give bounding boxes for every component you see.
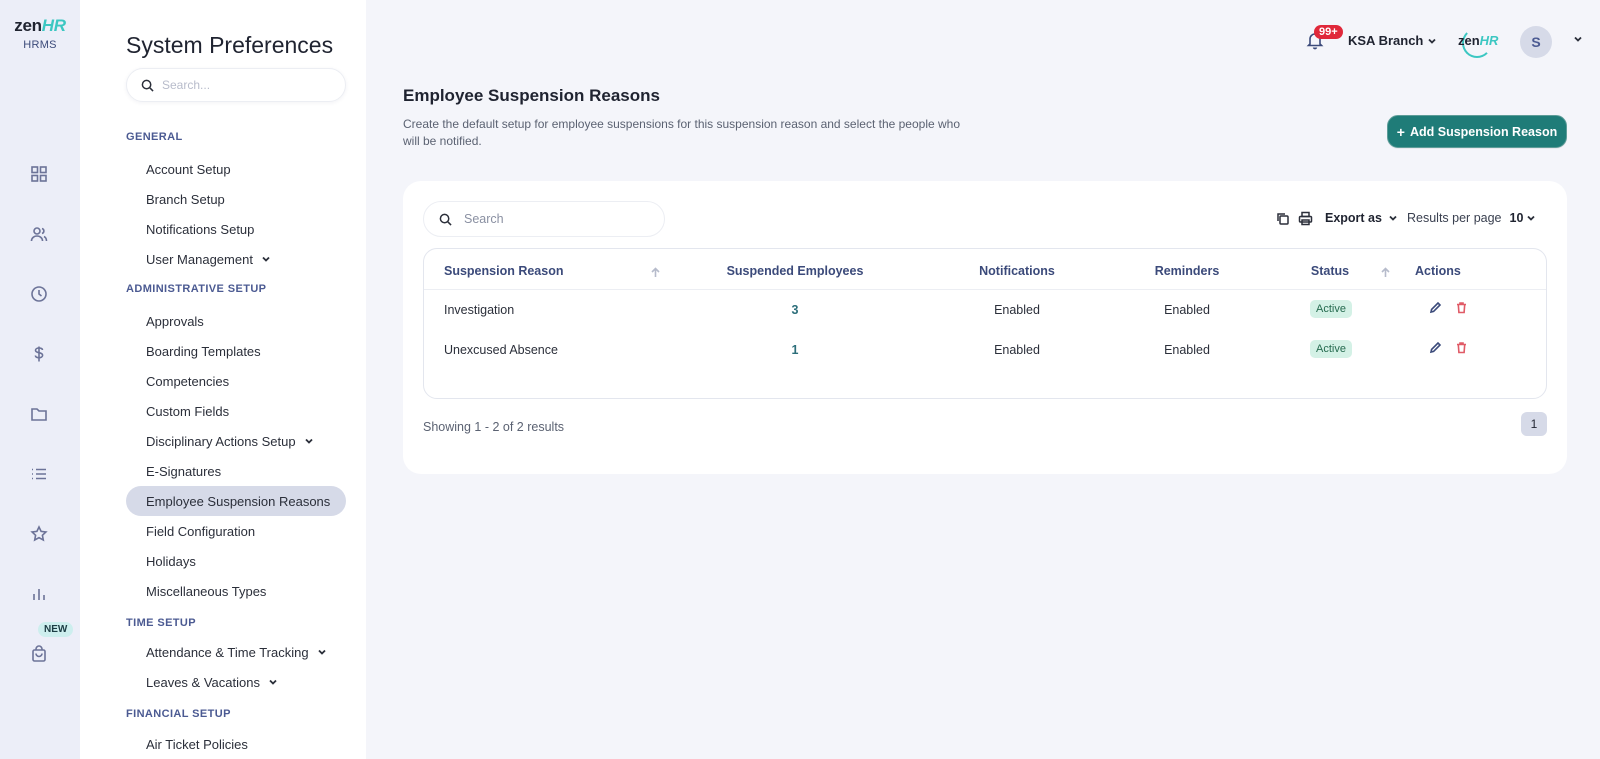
page-description: Create the default setup for employee su… [403,117,961,148]
chevron-down-icon [317,647,327,657]
copy-icon[interactable] [1275,211,1291,227]
sidebar-item-disciplinary-actions[interactable]: Disciplinary Actions Setup [126,426,346,456]
sidebar-search-input[interactable] [162,78,332,92]
section-financial: FINANCIAL SETUP [126,708,231,720]
branch-selector[interactable]: KSA Branch [1348,33,1437,48]
company-logo[interactable]: zenHR [1458,33,1498,48]
search-icon [439,213,452,226]
column-header-status[interactable]: Status [1280,264,1380,278]
settings-sidebar: System Preferences GENERAL Account Setup… [80,0,366,759]
avatar[interactable]: S [1520,26,1552,58]
folder-icon[interactable] [28,403,50,425]
bar-chart-icon[interactable] [28,583,50,605]
sidebar-item-employee-suspension-reasons[interactable]: Employee Suspension Reasons [126,486,346,516]
chevron-down-icon [1427,36,1437,46]
suspension-reasons-card: Export as Results per page 10 Suspension… [403,181,1567,474]
bag-icon[interactable] [28,643,50,665]
cell-notifications: Enabled [994,343,1040,357]
notification-count-badge: 99+ [1314,25,1343,39]
cell-employees-link[interactable]: 1 [700,343,890,357]
edit-icon[interactable] [1429,301,1443,315]
column-header-employees: Suspended Employees [726,264,864,278]
logo-accent: HR [41,16,66,35]
chevron-down-icon [1526,213,1536,223]
dollar-icon[interactable] [28,343,50,365]
results-per-page: Results per page 10 [1407,211,1536,225]
export-dropdown[interactable]: Export as [1325,211,1398,225]
status-badge: Active [1310,300,1352,318]
icon-rail: zenHR HRMS NEW [0,0,80,759]
star-icon[interactable] [28,523,50,545]
chevron-down-icon [268,677,278,687]
cell-reason: Unexcused Absence [444,343,558,357]
sidebar-item-leaves[interactable]: Leaves & Vacations [126,667,346,697]
sidebar-item-attendance[interactable]: Attendance & Time Tracking [126,637,346,667]
table-search-input[interactable] [464,212,644,226]
clock-icon[interactable] [28,283,50,305]
people-icon[interactable] [28,223,50,245]
cell-reason: Investigation [444,303,515,317]
edit-icon[interactable] [1429,341,1443,355]
sidebar-item-air-ticket-policies[interactable]: Air Ticket Policies [126,729,346,759]
header-divider [424,289,1546,290]
new-badge: NEW [38,622,74,637]
sidebar-item-approvals[interactable]: Approvals [126,306,346,336]
sidebar-item-competencies[interactable]: Competencies [126,366,346,396]
app-logo[interactable]: zenHR HRMS [10,16,70,51]
sidebar-item-branch-setup[interactable]: Branch Setup [126,184,346,214]
list-icon[interactable] [28,463,50,485]
logo-subtitle: HRMS [23,39,57,51]
cell-employees-link[interactable]: 3 [700,303,890,317]
sidebar-title: System Preferences [126,32,334,58]
delete-icon[interactable] [1455,301,1469,315]
page-title: Employee Suspension Reasons [403,86,660,105]
cell-reminders: Enabled [1164,303,1210,317]
sidebar-item-boarding-templates[interactable]: Boarding Templates [126,336,346,366]
status-badge: Active [1310,340,1352,358]
table-search[interactable] [423,201,665,237]
plus-icon: + [1396,123,1405,140]
search-icon [141,79,154,92]
section-general: GENERAL [126,131,183,143]
sidebar-item-user-management[interactable]: User Management [126,244,346,274]
section-administrative: ADMINISTRATIVE SETUP [126,283,267,295]
dashboard-icon[interactable] [28,163,50,185]
chevron-down-icon [1388,213,1398,223]
logo-main: zen [14,16,42,35]
delete-icon[interactable] [1455,341,1469,355]
sidebar-item-notifications-setup[interactable]: Notifications Setup [126,214,346,244]
print-icon[interactable] [1298,211,1314,227]
cell-notifications: Enabled [994,303,1040,317]
sidebar-search[interactable] [126,68,346,102]
suspension-reasons-table: Suspension Reason Suspended Employees No… [423,248,1547,399]
column-header-reason[interactable]: Suspension Reason [444,264,563,278]
branch-label: KSA Branch [1348,33,1424,48]
add-suspension-reason-button[interactable]: + Add Suspension Reason [1387,115,1567,148]
results-per-page-select[interactable]: 10 [1510,211,1537,225]
sort-arrow-icon[interactable] [650,265,662,277]
results-summary: Showing 1 - 2 of 2 results [423,420,565,434]
chevron-down-icon [304,436,314,446]
chevron-down-icon [261,254,271,264]
column-header-notifications: Notifications [979,264,1055,278]
column-header-actions: Actions [1415,264,1461,278]
cell-reminders: Enabled [1164,343,1210,357]
pagination-page-button[interactable]: 1 [1521,412,1547,436]
sidebar-item-custom-fields[interactable]: Custom Fields [126,396,346,426]
sort-arrow-icon[interactable] [1380,265,1392,277]
sidebar-item-field-configuration[interactable]: Field Configuration [126,516,346,546]
section-time: TIME SETUP [126,617,197,629]
sidebar-item-holidays[interactable]: Holidays [126,546,346,576]
sidebar-item-miscellaneous-types[interactable]: Miscellaneous Types [126,576,346,606]
column-header-reminders: Reminders [1154,264,1220,278]
sidebar-item-e-signatures[interactable]: E-Signatures [126,456,346,486]
chevron-down-icon[interactable] [1573,34,1583,44]
sidebar-item-account-setup[interactable]: Account Setup [126,154,346,184]
